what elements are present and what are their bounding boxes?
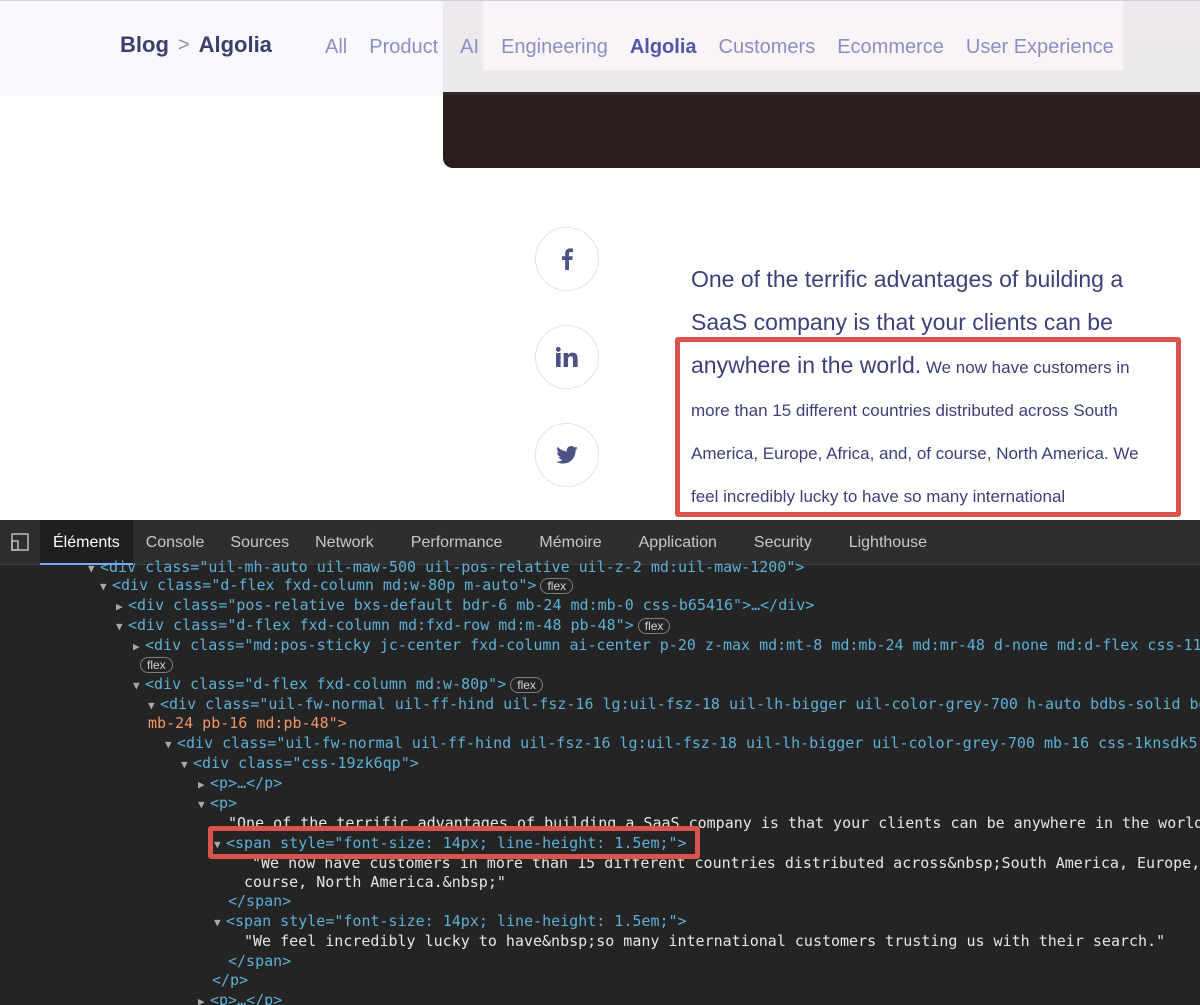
- share-twitter-button[interactable]: [535, 423, 599, 487]
- expand-triangle-icon[interactable]: ▼: [165, 735, 177, 755]
- dom-text-node[interactable]: "We feel incredibly lucky to have&nbsp;s…: [244, 931, 1165, 951]
- dom-node[interactable]: ▼ <p>: [198, 793, 237, 813]
- web-page: Blog > Algolia All Product AI Engineerin…: [0, 0, 1200, 520]
- expand-triangle-icon[interactable]: ▼: [100, 577, 112, 597]
- devtools-panel: Éléments Console Sources Network Perform…: [0, 520, 1200, 1005]
- dom-close-tag[interactable]: </span>: [228, 891, 291, 911]
- annotation-highlight-box: [208, 826, 700, 859]
- dom-close-tag[interactable]: </span>: [228, 951, 291, 971]
- dom-node[interactable]: ▶ <div class="md:pos-sticky jc-center fxd…: [133, 635, 1200, 655]
- tab-lighthouse[interactable]: Lighthouse: [825, 520, 940, 565]
- collapsed-triangle-icon[interactable]: ▶: [116, 597, 128, 617]
- flex-badge[interactable]: flex: [540, 578, 574, 594]
- expand-triangle-icon[interactable]: ▼: [181, 755, 193, 775]
- article-line: One of the terrific advantages of buildi…: [691, 266, 1124, 292]
- flex-badge[interactable]: flex: [510, 677, 543, 693]
- breadcrumb-current[interactable]: Algolia: [199, 32, 272, 58]
- linkedin-icon: [556, 347, 578, 367]
- dom-node[interactable]: ▼ <div class="css-19zk6qp">: [181, 753, 419, 773]
- facebook-icon: [562, 248, 573, 270]
- expand-triangle-icon[interactable]: ▼: [214, 913, 226, 933]
- dom-node[interactable]: ▶ <p>…</p>: [198, 773, 282, 793]
- nav-item-algolia[interactable]: Algolia: [630, 36, 697, 59]
- dom-node[interactable]: ▼ <div class="uil-fw-normal uil-ff-hind u…: [148, 694, 1200, 714]
- share-linkedin-button[interactable]: [535, 325, 599, 389]
- expand-triangle-icon[interactable]: ▼: [133, 676, 145, 696]
- expand-triangle-icon[interactable]: ▼: [116, 617, 128, 637]
- twitter-icon: [556, 446, 578, 464]
- nav-item-ai[interactable]: AI: [460, 36, 479, 59]
- breadcrumb-blog-link[interactable]: Blog: [120, 32, 169, 58]
- collapsed-triangle-icon[interactable]: ▶: [198, 775, 210, 795]
- dom-node[interactable]: ▼ <div class="uil-fw-normal uil-ff-hind u…: [165, 733, 1200, 753]
- flex-badge[interactable]: flex: [637, 618, 671, 634]
- share-facebook-button[interactable]: [535, 227, 599, 291]
- dom-node[interactable]: ▼ <span style="font-size: 14px; line-heig…: [214, 911, 687, 931]
- breadcrumb: Blog > Algolia: [120, 32, 272, 58]
- dom-node[interactable]: ▼ <div class="d-flex fxd-column md:w-80p …: [100, 575, 574, 597]
- nav-item-customers[interactable]: Customers: [719, 36, 816, 59]
- blog-header: Blog > Algolia All Product AI Engineerin…: [0, 0, 1200, 92]
- dom-node[interactable]: ▶ <p>…</p>: [198, 990, 282, 1005]
- category-nav: All Product AI Engineering Algolia Custo…: [325, 36, 1136, 59]
- dom-text-node[interactable]: course, North America.&nbsp;": [244, 872, 506, 892]
- expand-triangle-icon[interactable]: ▼: [198, 795, 210, 815]
- dom-close-tag[interactable]: </p>: [212, 970, 248, 990]
- nav-item-product[interactable]: Product: [369, 36, 438, 59]
- nav-item-all[interactable]: All: [325, 36, 347, 59]
- nav-item-user-experience[interactable]: User Experience: [966, 36, 1114, 59]
- annotation-highlight-box: [675, 337, 1181, 517]
- collapsed-triangle-icon[interactable]: ▶: [198, 992, 210, 1005]
- dom-node[interactable]: ▼ <div class="d-flex fxd-column md:fxd-ro…: [116, 615, 671, 637]
- nav-item-engineering[interactable]: Engineering: [501, 36, 608, 59]
- dom-node[interactable]: ▼ <div class="d-flex fxd-column md:w-80p"…: [133, 674, 543, 694]
- dom-node[interactable]: ▶ <div class="pos-relative bxs-default bd…: [116, 595, 814, 615]
- dom-node-continued: mb-24 pb-16 md:pb-48">: [148, 714, 347, 732]
- breadcrumb-chevron-icon: >: [177, 33, 190, 56]
- flex-badge[interactable]: flex: [140, 657, 173, 673]
- dom-node[interactable]: ▼ <div class="uil-mh-auto uil-maw-500 uil…: [88, 557, 804, 577]
- device-toggle-icon[interactable]: [0, 520, 40, 565]
- dom-tree: ▼ <div class="uil-mh-auto uil-maw-500 uil…: [0, 558, 1200, 1005]
- flex-badge-row: flex: [140, 654, 173, 674]
- nav-item-ecommerce[interactable]: Ecommerce: [837, 36, 944, 59]
